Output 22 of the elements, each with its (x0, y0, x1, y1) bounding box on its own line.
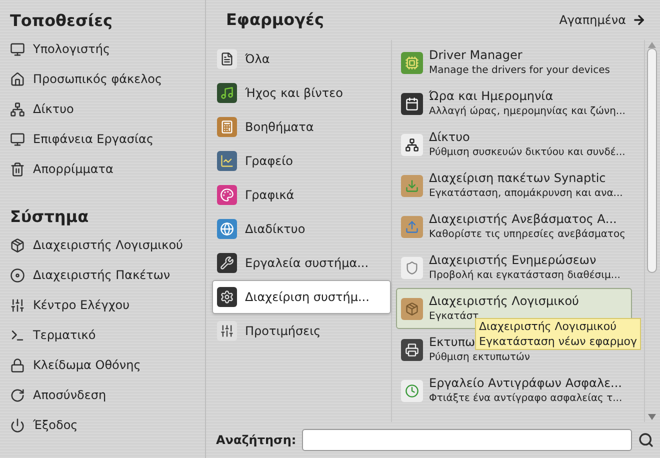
app-description: Ρύθμιση εκτυπωτών (429, 350, 530, 364)
app-description: Ρύθμιση συσκευών δικτύου και συνδέ... (429, 146, 626, 160)
app-name: Δίκτυο (429, 130, 470, 144)
app-description: Καθορίστε τις υπηρεσίες ανεβάσματος (429, 228, 626, 242)
section-heading: Εφαρμογές (226, 9, 324, 31)
app-name: Διαχείριση πακέτων Synaptic (429, 170, 606, 186)
app-description: Φτιάξτε ένα αντίγραφο ασφαλείας τ... (429, 392, 622, 406)
app-name: Ώρα και Ημερομηνία (429, 88, 554, 104)
app-description: Εγκατάσταση, απομάκρυνση και ανα... (429, 186, 623, 200)
app-name: Διαχειριστής Ενημερώσεων (429, 252, 596, 268)
app-name: Εκτυπω (429, 334, 476, 350)
section-heading: Τοποθεσίες (10, 10, 114, 32)
tooltip: Διαχειριστής Λογισμικού Εγκατάσταση νέων εφαρμογ (475, 318, 641, 350)
app-name: Εργαλείο Αντιγράφων Ασφαλε... (429, 376, 622, 390)
search-label: Αναζήτηση: (216, 432, 296, 449)
app-name: Διαχειριστής Ανεβάσματος Α... (429, 212, 617, 226)
app-description: Προβολή και εγκατάσταση διαθέσιμ... (429, 268, 620, 282)
section-heading: Σύστημα (10, 206, 90, 228)
app-name: Driver Manager (429, 48, 522, 62)
app-description: Manage the drivers for your devices (429, 64, 610, 78)
app-description: Αλλαγή ώρας, ημερομηνίας και ζώνη... (429, 104, 626, 118)
app-name: Διαχειριστής Λογισμικού (429, 294, 579, 308)
